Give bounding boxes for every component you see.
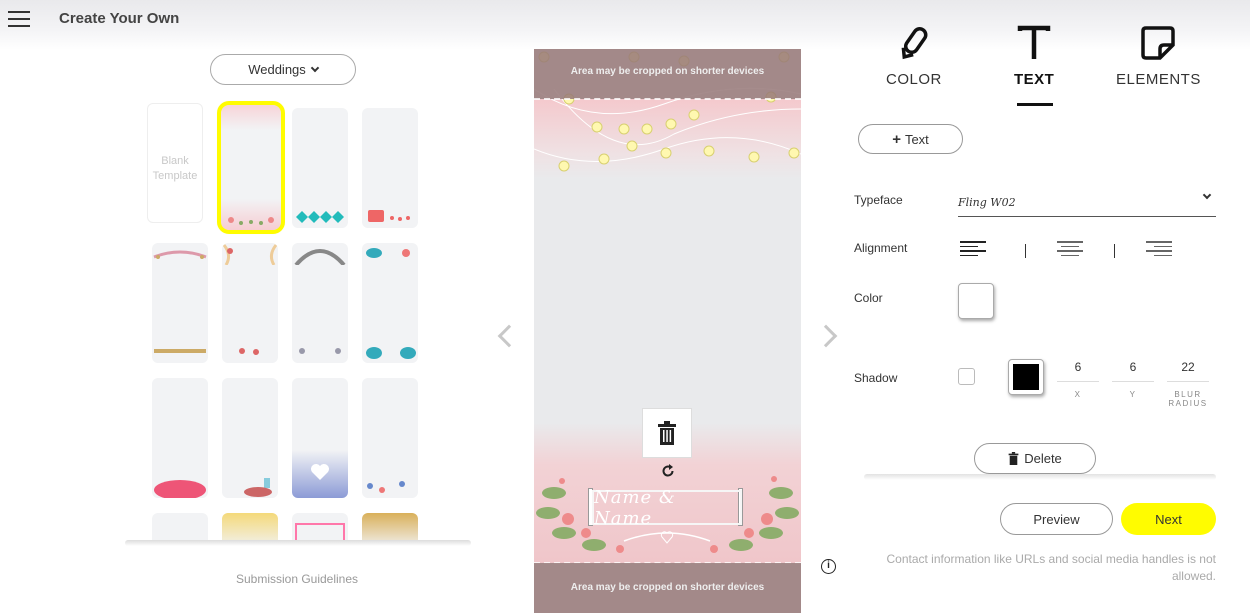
- shadow-y-label: Y: [1129, 390, 1137, 399]
- blank-template[interactable]: Blank Template: [147, 103, 203, 223]
- category-dropdown-value: Weddings: [248, 62, 306, 77]
- template-grid: Blank Template: [147, 100, 422, 542]
- template-thumb[interactable]: [362, 513, 418, 542]
- arch-decoration: [294, 249, 346, 265]
- template-thumb[interactable]: [222, 513, 278, 542]
- tropical-leaf-decoration: [366, 347, 416, 359]
- panel-divider: [864, 474, 1216, 480]
- submission-guidelines-link[interactable]: Submission Guidelines: [180, 572, 414, 586]
- delete-element-button[interactable]: [642, 408, 692, 458]
- filter-preview-canvas[interactable]: Area may be cropped on shorter devices A…: [534, 49, 801, 613]
- next-button[interactable]: Next: [1121, 503, 1216, 535]
- text-element[interactable]: Name & Name: [592, 487, 742, 529]
- flower-decoration: [367, 481, 405, 493]
- trash-icon: [658, 421, 676, 445]
- heart-icon: [311, 464, 329, 480]
- flower-decoration: [299, 348, 341, 354]
- template-thumb[interactable]: [292, 108, 348, 228]
- info-icon[interactable]: i: [821, 559, 836, 574]
- shadow-checkbox[interactable]: [958, 368, 975, 385]
- flower-decoration: [239, 348, 259, 355]
- tab-text[interactable]: TEXT: [1014, 25, 1054, 89]
- chevron-down-icon: [1202, 190, 1212, 200]
- delete-text-button[interactable]: Delete: [974, 443, 1096, 474]
- align-left-button[interactable]: [960, 241, 986, 261]
- top-header: Create Your Own: [0, 0, 1250, 50]
- tab-elements[interactable]: ELEMENTS: [1116, 25, 1201, 89]
- sticker-icon: [1141, 26, 1176, 60]
- cake-decoration: [368, 210, 410, 222]
- tab-text-label: TEXT: [1014, 71, 1055, 88]
- template-thumb[interactable]: [222, 378, 278, 498]
- next-arrow-icon[interactable]: [814, 324, 838, 348]
- template-thumb[interactable]: [222, 243, 278, 363]
- chevron-down-icon: [310, 63, 320, 72]
- shadow-blur-input[interactable]: 22: [1167, 355, 1209, 382]
- shadow-color-fill: [1013, 364, 1039, 390]
- template-thumb[interactable]: [152, 243, 208, 363]
- shadow-x-input[interactable]: 6: [1057, 355, 1099, 382]
- hamburger-icon[interactable]: [8, 11, 30, 27]
- typeface-label: Typeface: [854, 193, 903, 207]
- gold-garland-decoration: [153, 250, 207, 259]
- flower-bouquet-decoration: [154, 480, 206, 498]
- alignment-separator: [1025, 244, 1026, 258]
- active-tab-indicator: [1017, 103, 1053, 106]
- plus-icon: +: [892, 130, 901, 148]
- align-right-button[interactable]: [1146, 241, 1172, 261]
- add-text-label: Text: [904, 131, 929, 147]
- template-thumb[interactable]: [362, 243, 418, 363]
- alignment-separator: [1114, 244, 1115, 258]
- pencil-icon: [901, 27, 928, 60]
- align-center-button[interactable]: [1057, 241, 1083, 261]
- trash-icon: [1008, 452, 1019, 465]
- template-thumb[interactable]: [292, 378, 348, 498]
- typeface-value: Fling W02: [958, 196, 1016, 209]
- shadow-blur-label: BLUR RADIUS: [1168, 390, 1208, 408]
- tropical-leaf-decoration: [366, 248, 410, 258]
- template-thumb[interactable]: [152, 513, 208, 542]
- rotate-icon[interactable]: [660, 463, 676, 479]
- lantern-decoration: [244, 478, 272, 497]
- category-dropdown[interactable]: Weddings: [210, 54, 356, 85]
- text-icon: [1017, 25, 1051, 59]
- previous-arrow-icon[interactable]: [497, 324, 521, 348]
- typeface-select[interactable]: Fling W02: [958, 188, 1216, 217]
- page-title: Create Your Own: [59, 10, 180, 27]
- curtain-decoration: [222, 244, 278, 265]
- tab-color[interactable]: COLOR: [886, 25, 942, 89]
- crop-line-top: [534, 98, 801, 100]
- gold-garland-decoration: [154, 349, 206, 353]
- text-color-swatch[interactable]: [958, 283, 994, 319]
- alignment-label: Alignment: [854, 241, 908, 255]
- diamond-pattern-decoration: [296, 211, 344, 223]
- template-thumb[interactable]: [292, 243, 348, 363]
- contact-info-notice: Contact information like URLs and social…: [886, 552, 1216, 583]
- shadow-y-input[interactable]: 6: [1112, 355, 1154, 382]
- preview-button[interactable]: Preview: [1000, 503, 1113, 535]
- add-text-button[interactable]: + Text: [858, 124, 963, 154]
- template-thumb[interactable]: [362, 378, 418, 498]
- shadow-color-swatch[interactable]: [1008, 359, 1044, 395]
- color-label: Color: [854, 291, 883, 305]
- crop-notice-bottom: Area may be cropped on shorter devices: [534, 563, 801, 613]
- crop-notice-top: Area may be cropped on shorter devices: [534, 49, 801, 99]
- template-thumb[interactable]: [362, 108, 418, 228]
- shadow-label: Shadow: [854, 371, 898, 385]
- template-thumb-selected[interactable]: [217, 101, 285, 234]
- grid-divider: [125, 540, 471, 546]
- tab-elements-label: ELEMENTS: [1116, 71, 1201, 88]
- template-thumb[interactable]: [152, 378, 208, 498]
- floral-wreath-decoration: [228, 217, 274, 225]
- blank-template-label: Blank Template: [152, 155, 198, 182]
- shadow-x-label: X: [1074, 390, 1082, 399]
- tab-color-label: COLOR: [886, 71, 942, 88]
- template-thumb[interactable]: [292, 513, 348, 542]
- delete-label: Delete: [1024, 451, 1062, 466]
